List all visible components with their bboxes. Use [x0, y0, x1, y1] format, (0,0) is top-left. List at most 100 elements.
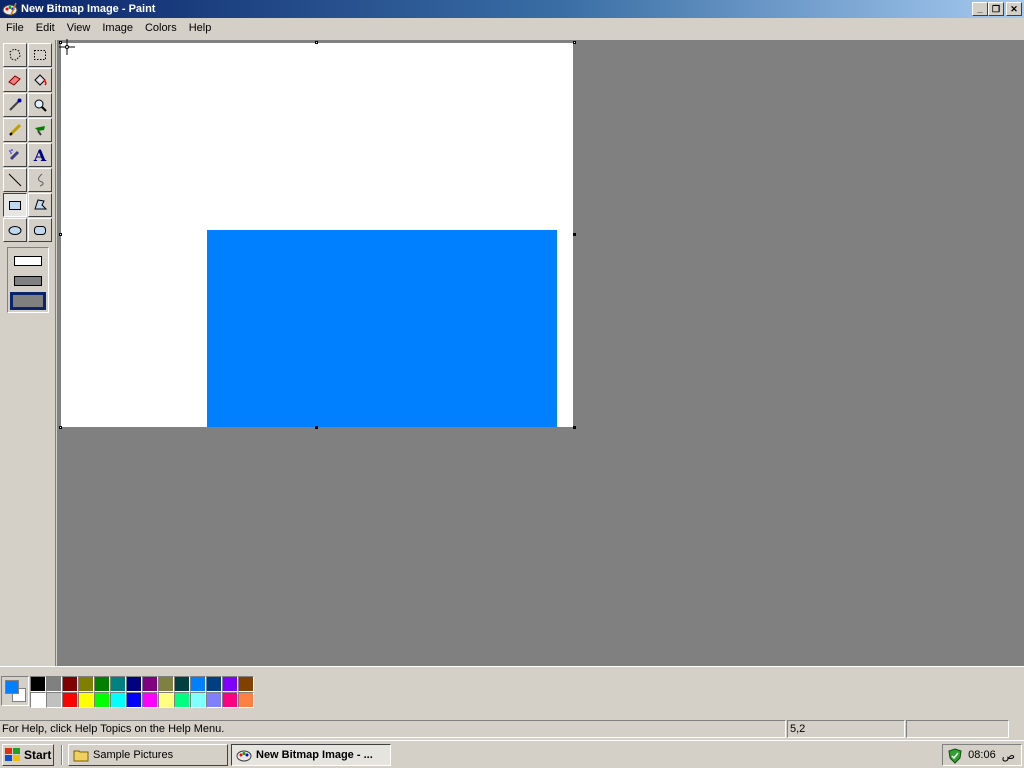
color-swatch[interactable]	[158, 676, 174, 692]
color-swatch[interactable]	[158, 692, 174, 708]
color-swatch[interactable]	[78, 692, 94, 708]
window-title: New Bitmap Image - Paint	[21, 3, 156, 15]
current-colors[interactable]	[1, 676, 29, 706]
resize-handle-top-right	[573, 41, 576, 44]
fill-option-fill-only[interactable]	[10, 292, 46, 310]
tool-rounded-rectangle[interactable]	[28, 218, 52, 242]
magnifier-icon	[34, 99, 47, 112]
system-tray: 08:06 ص	[942, 744, 1022, 766]
tool-magnifier[interactable]	[28, 93, 52, 117]
tool-ellipse[interactable]	[3, 218, 27, 242]
tool-brush[interactable]	[28, 118, 52, 142]
color-swatch[interactable]	[222, 676, 238, 692]
resize-handle-top-left	[59, 41, 62, 44]
menu-edit[interactable]: Edit	[30, 20, 61, 36]
tool-pick-color[interactable]	[3, 93, 27, 117]
color-swatch[interactable]	[238, 692, 254, 708]
tool-text[interactable]: A	[28, 143, 52, 167]
color-swatch[interactable]	[46, 692, 62, 708]
title-bar[interactable]: New Bitmap Image - Paint _ ❐ ✕	[0, 0, 1024, 18]
tool-rectangle[interactable]	[3, 193, 27, 217]
color-swatch[interactable]	[30, 692, 46, 708]
tool-free-form-select[interactable]	[3, 43, 27, 67]
fill-style-options	[7, 247, 49, 313]
polygon-icon	[34, 199, 48, 210]
clock-time[interactable]: 08:06	[968, 749, 996, 761]
tool-fill[interactable]	[28, 68, 52, 92]
task-label: New Bitmap Image - ...	[256, 749, 373, 761]
select-icon	[34, 50, 46, 60]
menu-view[interactable]: View	[61, 20, 97, 36]
task-label: Sample Pictures	[93, 749, 174, 761]
tool-line[interactable]	[3, 168, 27, 192]
pencil-icon	[8, 123, 22, 137]
task-paint[interactable]: New Bitmap Image - ...	[231, 744, 391, 766]
color-swatch[interactable]	[206, 692, 222, 708]
status-selection-size	[906, 720, 1009, 738]
paint-icon	[236, 750, 252, 762]
status-coordinates: 5,2	[787, 720, 905, 738]
color-swatch[interactable]	[142, 692, 158, 708]
color-swatch[interactable]	[174, 676, 190, 692]
start-label: Start	[24, 748, 52, 762]
resize-handle-middle-right[interactable]	[573, 233, 576, 236]
window-controls: _ ❐ ✕	[972, 2, 1022, 16]
restore-button[interactable]: ❐	[988, 2, 1004, 16]
color-swatch[interactable]	[46, 676, 62, 692]
color-swatch[interactable]	[206, 676, 222, 692]
fill-option-outline[interactable]	[14, 256, 42, 266]
menu-colors[interactable]: Colors	[139, 20, 183, 36]
security-shield-icon[interactable]	[947, 748, 963, 764]
rounded-rectangle-icon	[34, 226, 46, 235]
color-swatch[interactable]	[190, 676, 206, 692]
color-swatch[interactable]	[174, 692, 190, 708]
minimize-button[interactable]: _	[972, 2, 988, 16]
menu-file[interactable]: File	[0, 20, 30, 36]
color-swatch[interactable]	[126, 692, 142, 708]
taskbar: Start Sample Pictures New Bitmap Image -…	[0, 740, 1024, 768]
ellipse-icon	[8, 226, 22, 235]
windows-logo-icon	[5, 748, 21, 762]
foreground-color[interactable]	[5, 680, 19, 694]
color-swatch[interactable]	[94, 676, 110, 692]
color-swatch[interactable]	[62, 692, 78, 708]
color-swatch[interactable]	[126, 676, 142, 692]
color-swatch[interactable]	[62, 676, 78, 692]
brush-icon	[35, 126, 45, 136]
tool-eraser[interactable]	[3, 68, 27, 92]
status-bar: For Help, click Help Topics on the Help …	[0, 718, 1024, 740]
tool-curve[interactable]	[28, 168, 52, 192]
free-form-select-icon	[9, 48, 21, 61]
color-swatches	[30, 676, 254, 708]
task-sample-pictures[interactable]: Sample Pictures	[68, 744, 228, 766]
resize-handle-bottom-right[interactable]	[573, 426, 576, 429]
tool-select[interactable]	[28, 43, 52, 67]
curve-icon	[38, 173, 44, 187]
status-help-text: For Help, click Help Topics on the Help …	[0, 720, 786, 738]
resize-handle-bottom-center[interactable]	[315, 426, 318, 429]
color-swatch[interactable]	[94, 692, 110, 708]
eyedropper-icon	[9, 98, 22, 111]
color-swatch[interactable]	[78, 676, 94, 692]
close-button[interactable]: ✕	[1006, 2, 1022, 16]
color-swatch[interactable]	[190, 692, 206, 708]
canvas-scroll-area[interactable]	[57, 39, 1024, 666]
start-button[interactable]: Start	[2, 744, 54, 766]
tool-polygon[interactable]	[28, 193, 52, 217]
menu-help[interactable]: Help	[183, 20, 218, 36]
fill-option-outline-and-fill[interactable]	[14, 276, 42, 286]
menu-image[interactable]: Image	[96, 20, 139, 36]
color-swatch[interactable]	[142, 676, 158, 692]
color-swatch[interactable]	[30, 676, 46, 692]
drawn-rectangle	[207, 230, 557, 427]
color-swatch[interactable]	[110, 692, 126, 708]
color-swatch[interactable]	[110, 676, 126, 692]
color-swatch[interactable]	[238, 676, 254, 692]
tool-pencil[interactable]	[3, 118, 27, 142]
eraser-icon	[8, 75, 21, 86]
drawing-canvas[interactable]	[59, 39, 573, 427]
menu-bar: File Edit View Image Colors Help	[0, 18, 1024, 38]
tool-airbrush[interactable]	[3, 143, 27, 167]
clock-ampm: ص	[1001, 748, 1015, 762]
color-swatch[interactable]	[222, 692, 238, 708]
